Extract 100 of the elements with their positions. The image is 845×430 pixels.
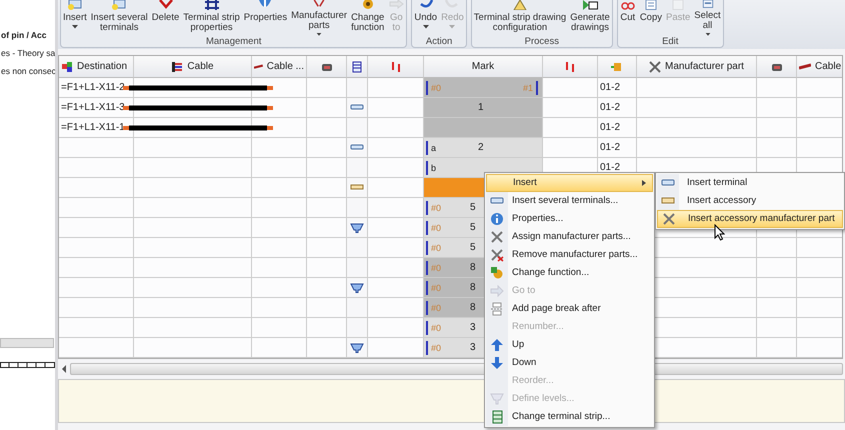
column-header[interactable]: Cable — [134, 56, 252, 78]
ribbon-button[interactable]: Manufacturer parts — [289, 0, 350, 36]
table-cell — [757, 98, 797, 118]
caret-icon — [422, 25, 429, 29]
ribbon-button[interactable]: Insert — [61, 0, 89, 36]
column-header[interactable]: Manufacturer part — [637, 56, 757, 78]
ribbon-button[interactable]: Terminal strip properties — [181, 0, 242, 36]
table-cell — [252, 278, 307, 298]
ribbon-button[interactable]: Terminal strip drawing configuration — [472, 0, 568, 36]
table-cell: 01-2 — [598, 78, 637, 98]
table-cell — [252, 258, 307, 278]
caret-icon — [72, 25, 78, 29]
pane-scrollbar[interactable] — [0, 338, 54, 348]
column-header[interactable] — [307, 56, 347, 78]
arrow-up-icon — [490, 338, 504, 352]
column-header[interactable] — [543, 56, 598, 78]
mark-cell[interactable] — [424, 118, 543, 138]
drawing-icon — [512, 0, 528, 10]
mark-tag: #0 — [426, 320, 442, 334]
document-icon — [66, 0, 83, 10]
ribbon-button[interactable]: Copy — [638, 0, 664, 36]
table-cell — [252, 78, 307, 98]
ribbon-button[interactable]: Cut — [618, 0, 638, 36]
mark-number: 1 — [478, 101, 484, 115]
menu-item[interactable]: Insert accessory — [657, 192, 843, 210]
mark-tag: #0 — [426, 340, 442, 354]
pane-text: es - Theory sa — [0, 47, 55, 60]
ribbon-button[interactable]: Undo — [412, 0, 440, 36]
mark-number: 2 — [478, 141, 484, 155]
destination-text: =F1+L1-X11-3 — [61, 101, 125, 115]
mark-tag: #0 — [426, 80, 442, 94]
ribbon-button[interactable]: Change function — [349, 0, 386, 36]
pane-text: of pin / Acc — [0, 29, 46, 42]
group-label: Action — [424, 36, 454, 48]
gear-icon — [490, 266, 504, 280]
column-header[interactable] — [757, 56, 797, 78]
strip-icon — [490, 410, 504, 424]
mark-number: 3 — [470, 341, 476, 355]
column-header[interactable]: Cable ... — [252, 56, 307, 78]
table-cell — [252, 118, 307, 138]
strip-frame-icon — [204, 0, 220, 10]
group-label: Management — [204, 36, 262, 48]
ribbon-button[interactable]: Properties — [242, 0, 290, 36]
caret-icon — [316, 32, 322, 36]
caret-icon — [704, 32, 710, 36]
ribbon-button[interactable]: Generate drawings — [568, 0, 612, 36]
scroll-left-icon[interactable] — [60, 364, 68, 374]
mark-number: 3 — [470, 321, 476, 335]
table-cell — [252, 238, 307, 258]
mark-number: 5 — [470, 201, 476, 215]
arrow-down-icon — [490, 356, 504, 370]
tools-icon — [649, 60, 662, 72]
mark-tag: #0 — [426, 300, 442, 314]
cable-icon — [171, 60, 184, 72]
ribbon-button[interactable]: Select all — [692, 0, 723, 36]
tools-remove-icon — [490, 248, 504, 262]
level-icon — [490, 392, 504, 406]
ribbon-button[interactable]: Delete — [150, 0, 182, 36]
column-header[interactable] — [368, 56, 424, 78]
destination-text: =F1+L1-X11-1 — [61, 121, 125, 135]
group-label: Process — [524, 36, 560, 48]
table-cell — [252, 158, 307, 178]
table-cell — [252, 338, 307, 358]
ribbon-button[interactable]: Insert several terminals — [88, 0, 150, 36]
mark-number: 5 — [470, 221, 476, 235]
mark-cell[interactable]: 1 — [424, 98, 543, 118]
menu-item[interactable]: Insert — [486, 174, 653, 192]
mark-number: 8 — [470, 301, 476, 315]
table-cell — [757, 238, 797, 258]
component-icon — [61, 60, 73, 72]
column-header[interactable]: Cable — [797, 56, 842, 78]
column-header[interactable]: Destination — [59, 56, 134, 78]
table-cell: 01-2 — [598, 118, 637, 138]
destination-text: =F1+L1-X11-2 — [61, 81, 125, 95]
sort-icon — [564, 60, 576, 72]
menu-item[interactable]: Insert accessory manufacturer part — [657, 210, 843, 228]
table-cell — [252, 298, 307, 318]
table-cell — [757, 298, 797, 318]
undo-icon — [418, 0, 434, 10]
accessory-icon — [350, 182, 364, 192]
mark-tag: #0 — [426, 260, 442, 274]
menu-item[interactable]: Insert terminal — [657, 174, 843, 192]
info-icon — [490, 212, 504, 226]
level-icon — [350, 222, 364, 232]
table-cell: 01-2 — [598, 98, 637, 118]
table-cell — [757, 258, 797, 278]
table-cell — [252, 218, 307, 238]
column-header[interactable] — [347, 56, 368, 78]
wire-icon — [799, 60, 811, 72]
scissors-icon — [620, 0, 636, 10]
column-header[interactable]: Mark — [424, 56, 543, 78]
table-cell — [252, 318, 307, 338]
mark-cell[interactable]: a 2 — [424, 138, 543, 158]
table-cell: 01-2 — [598, 138, 637, 158]
submenu-arrow-icon — [642, 180, 646, 186]
mark-tag: a — [426, 140, 436, 154]
table-cell — [252, 178, 307, 198]
menu-item[interactable]: Change terminal strip... — [486, 408, 653, 426]
tools-icon — [490, 230, 504, 244]
table-cell — [252, 198, 307, 218]
